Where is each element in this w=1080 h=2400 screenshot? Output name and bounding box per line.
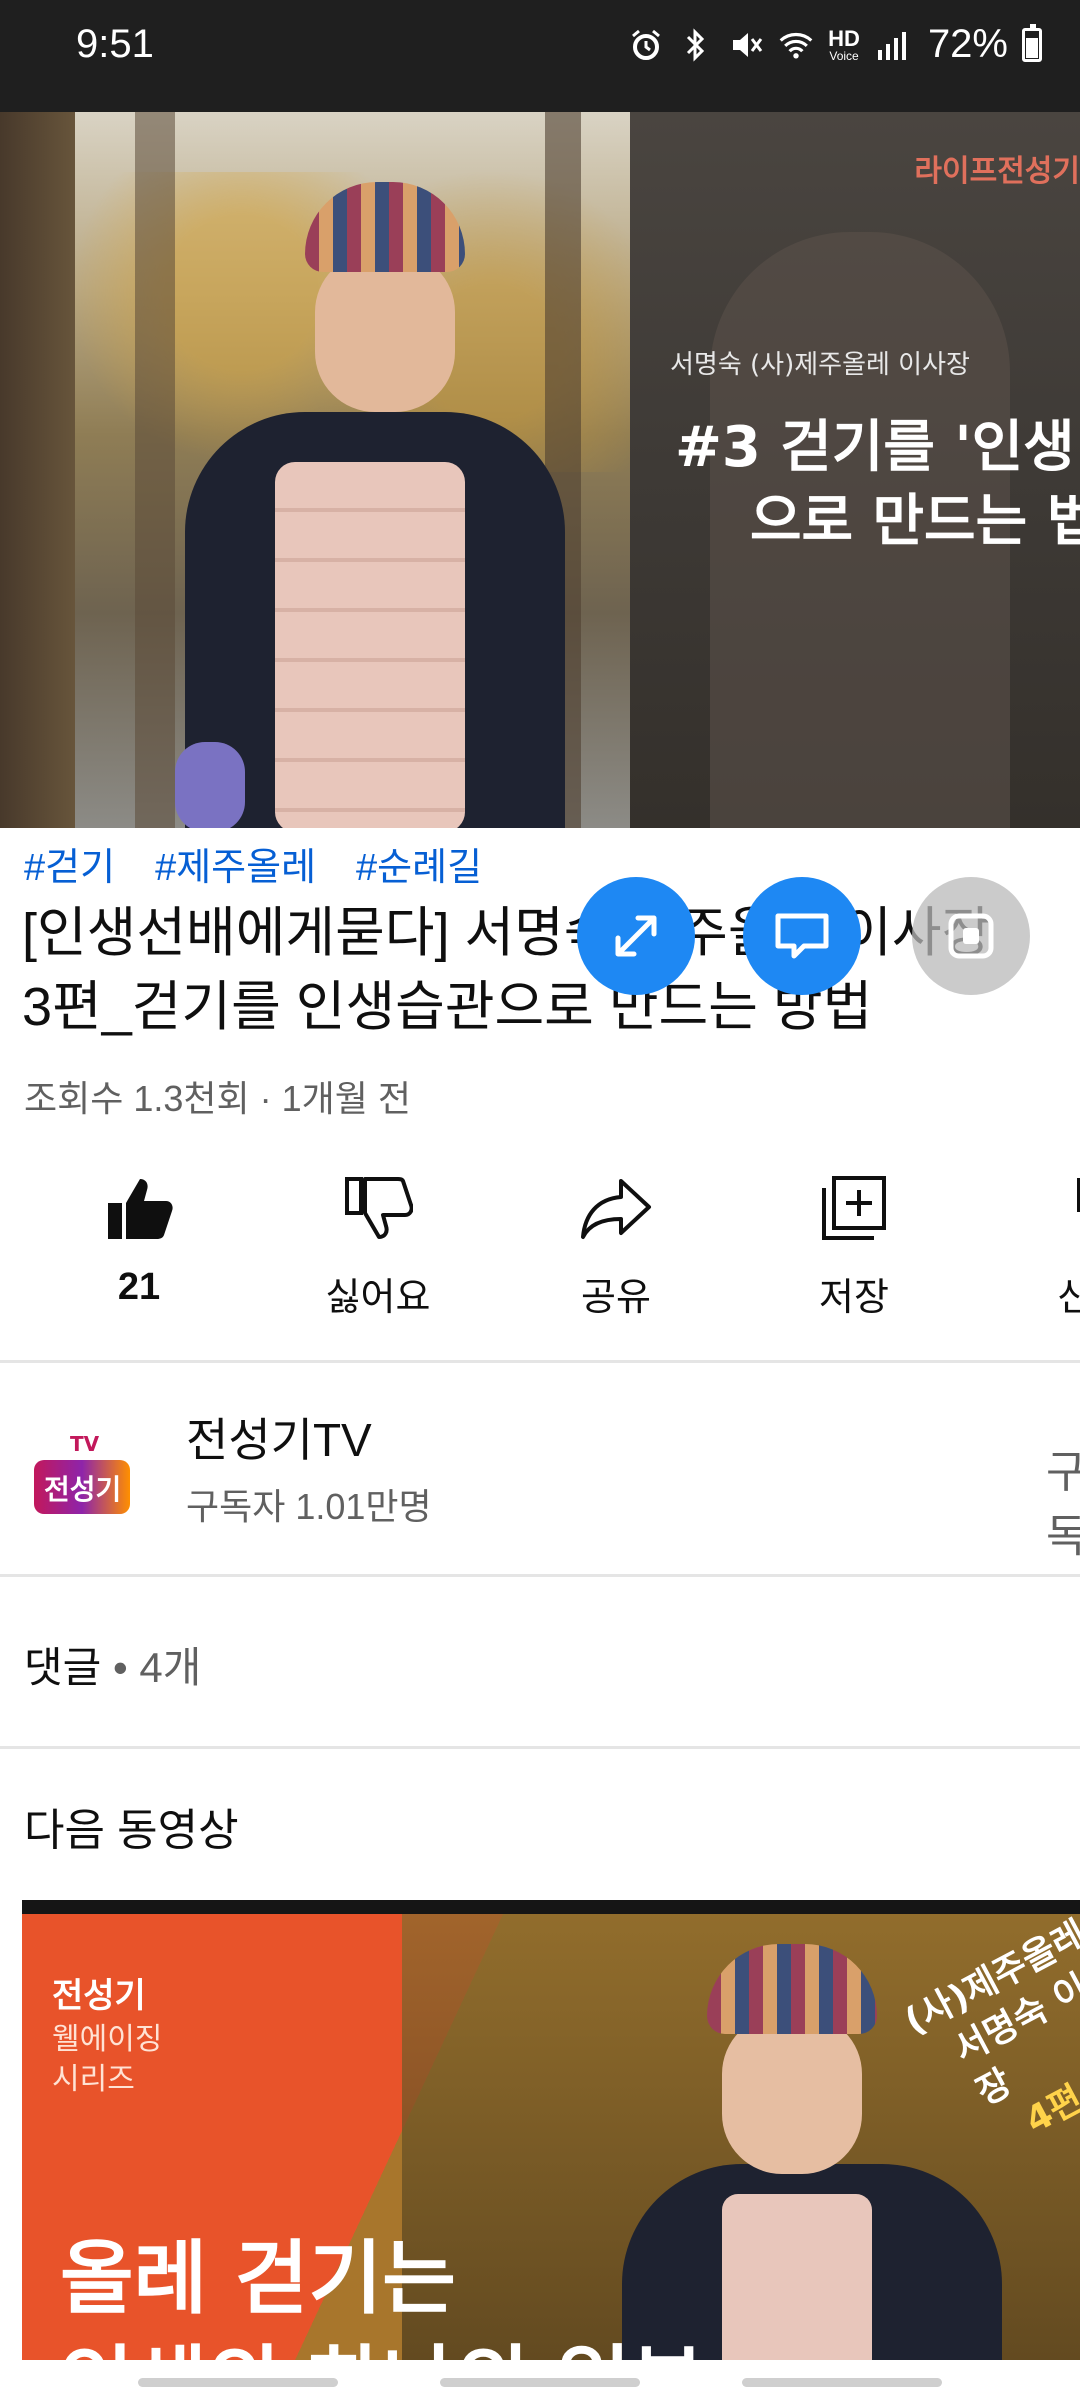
channel-avatar[interactable]: TV 전성기 xyxy=(30,1432,134,1522)
signal-icon xyxy=(874,27,910,63)
report-button[interactable]: 신고 xyxy=(1002,1170,1080,1321)
status-time: 9:51 xyxy=(76,22,154,66)
hd-voice-icon: HD Voice xyxy=(828,25,860,63)
hashtag-link[interactable]: #걷기 xyxy=(24,836,115,891)
video-thumbnail-photo xyxy=(75,112,630,828)
comments-label: 댓글 xyxy=(24,1644,102,1691)
battery-percent: 72% xyxy=(927,22,1008,66)
divider xyxy=(0,1574,1080,1577)
divider xyxy=(0,1360,1080,1363)
hd-label: HD xyxy=(828,25,860,51)
thumbnail-headline-1: #3 걷기를 '인생 습 xyxy=(675,415,1080,480)
next-video-thumbnail[interactable]: 전성기 웰에이징 시리즈 올레 걷기는 인생의 하나의 일부 (사)제주올레 서… xyxy=(22,1900,1080,2360)
hashtag-link[interactable]: #순례길 xyxy=(356,836,482,891)
avatar-text: 전성기 xyxy=(44,1473,122,1506)
next-thumb-series-2: 웰에이징 xyxy=(52,2022,163,2057)
status-icons: HD Voice 72% xyxy=(628,22,1042,67)
channel-subscribers: 구독자 1.01만명 xyxy=(186,1486,432,1527)
voice-label: Voice xyxy=(829,48,859,63)
video-player[interactable]: 라이프전성기 서명숙 (사)제주올레 이사장 #3 걷기를 '인생 습 으로 만… xyxy=(0,112,1080,828)
battery-icon xyxy=(1022,23,1042,62)
video-actions: 21 싫어요 공유 저장 신고 xyxy=(0,1170,1080,1330)
expand-icon xyxy=(615,915,657,957)
dislike-label: 싫어요 xyxy=(325,1277,431,1319)
nav-home-handle[interactable] xyxy=(440,2378,640,2387)
chat-overlay-button[interactable] xyxy=(743,877,861,995)
wifi-icon xyxy=(778,27,814,63)
thumbnail-headline-2: 으로 만드는 법 xyxy=(750,489,1080,554)
comments-section[interactable]: 댓글 • 4개 xyxy=(24,1634,201,1695)
next-thumb-headline: 올레 걷기는 xyxy=(60,2232,456,2325)
next-thumb-headline-2: 인생의 하나의 일부 xyxy=(60,2319,705,2360)
channel-name[interactable]: 전성기TV xyxy=(186,1404,372,1470)
up-next-heading: 다음 동영상 xyxy=(24,1806,239,1855)
like-button[interactable]: 21 xyxy=(49,1170,229,1309)
hashtag-list: #걷기 #제주올레 #순례길 xyxy=(24,836,482,891)
mute-icon xyxy=(728,27,764,63)
stop-icon xyxy=(948,913,994,959)
thumbs-down-icon xyxy=(345,1177,413,1239)
flag-icon xyxy=(1077,1178,1080,1212)
share-button[interactable]: 공유 xyxy=(526,1170,706,1321)
comments-count: 4개 xyxy=(139,1644,202,1691)
comments-separator: • xyxy=(112,1644,128,1691)
thumbnail-logo: 라이프전성기 xyxy=(914,154,1080,189)
stop-button[interactable] xyxy=(912,877,1030,995)
person-image xyxy=(155,182,575,828)
thumbnail-subtitle: 서명숙 (사)제주올레 이사장 xyxy=(670,350,970,380)
video-meta: 조회수 1.3천회 · 1개월 전 xyxy=(24,1078,412,1119)
share-icon xyxy=(581,1179,651,1239)
save-button[interactable]: 저장 xyxy=(764,1170,944,1321)
next-thumb-series-3: 시리즈 xyxy=(52,2062,135,2097)
nav-recents-handle[interactable] xyxy=(138,2378,338,2387)
video-title-line-2: 3편_걷기를 인생습관으로 만드는 방법 xyxy=(22,977,873,1037)
add-to-playlist-icon xyxy=(822,1176,886,1240)
nav-back-handle[interactable] xyxy=(742,2378,942,2387)
share-label: 공유 xyxy=(581,1277,651,1319)
dislike-button[interactable]: 싫어요 xyxy=(288,1170,468,1321)
chat-bubble-icon xyxy=(775,913,829,959)
report-label: 신고 xyxy=(1057,1277,1080,1319)
status-bar: 9:51 HD Voice 72% xyxy=(0,0,1080,112)
divider xyxy=(0,1746,1080,1749)
thumbs-up-icon xyxy=(108,1179,173,1239)
next-thumb-series-1: 전성기 xyxy=(52,1976,146,2016)
hashtag-link[interactable]: #제주올레 xyxy=(155,836,316,891)
video-thumbnail-text-panel: 라이프전성기 서명숙 (사)제주올레 이사장 #3 걷기를 '인생 습 으로 만… xyxy=(630,112,1080,828)
avatar-tv-text: TV xyxy=(70,1432,100,1456)
bluetooth-icon xyxy=(678,27,714,63)
system-navigation-bar xyxy=(0,2360,1080,2400)
player-edge xyxy=(0,112,75,828)
alarm-icon xyxy=(628,27,664,63)
save-label: 저장 xyxy=(819,1277,889,1319)
expand-button[interactable] xyxy=(577,877,695,995)
like-count: 21 xyxy=(117,1266,161,1308)
subscribe-button[interactable]: 구독 xyxy=(1046,1436,1080,1564)
